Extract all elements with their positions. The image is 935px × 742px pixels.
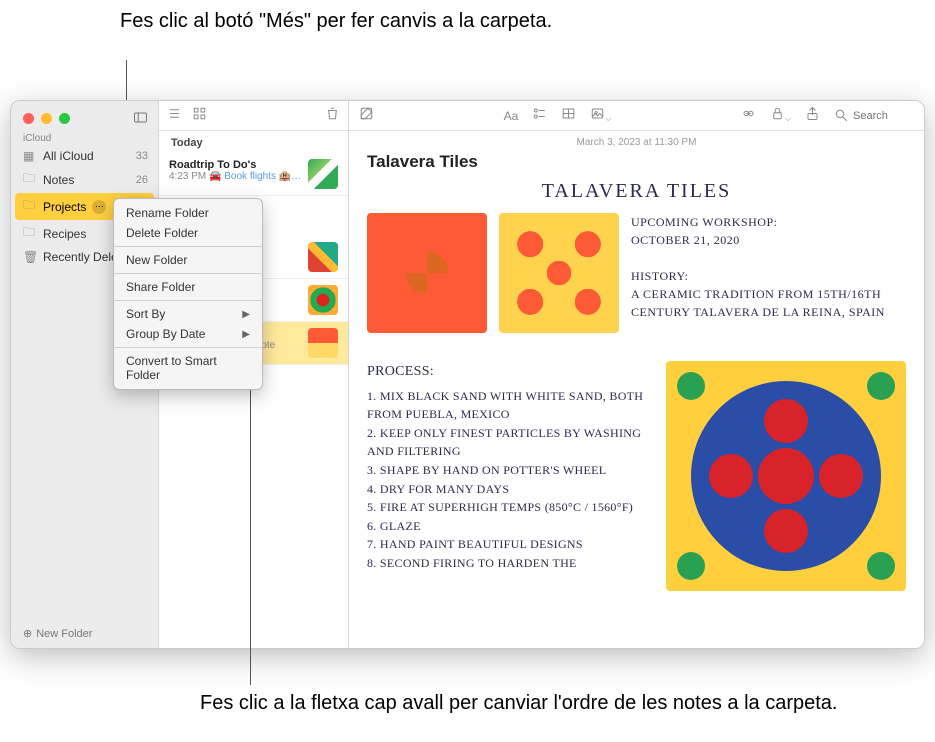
lock-icon[interactable]: ⌵ bbox=[770, 106, 791, 126]
callout-bottom: Fes clic a la fletxa cap avall per canvi… bbox=[200, 690, 837, 716]
minimize-window-button[interactable] bbox=[41, 113, 52, 124]
close-window-button[interactable] bbox=[23, 113, 34, 124]
folder-icon: 🗀 bbox=[23, 223, 37, 244]
folder-context-menu: Rename Folder Delete Folder New Folder S… bbox=[113, 198, 263, 390]
more-button[interactable]: ⋯ bbox=[92, 200, 106, 214]
note-body[interactable]: TALAVERA TILES Upcoming Workshop: Octobe… bbox=[349, 180, 924, 648]
sidebar-item-label: Notes bbox=[43, 173, 74, 187]
plus-icon: ⊕ bbox=[23, 627, 32, 640]
note-subtitle: 4:23 PM 🚘 Book flights 🏨… bbox=[169, 171, 302, 182]
folder-icon: 🗀 bbox=[23, 196, 37, 217]
callout-top: Fes clic al botó "Més" per fer canvis a … bbox=[120, 8, 552, 34]
editor-pane: Aa ⌵ ⌵ March 3, 2023 at 11:30 PM Talaver… bbox=[349, 101, 924, 648]
menu-separator bbox=[114, 347, 262, 348]
sidebar-toggle-icon[interactable] bbox=[133, 110, 148, 128]
menu-sort-by[interactable]: Sort By▶ bbox=[114, 304, 262, 324]
grid-view-icon[interactable] bbox=[192, 106, 207, 126]
menu-share-folder[interactable]: Share Folder bbox=[114, 277, 262, 297]
format-icon[interactable]: Aa bbox=[504, 109, 519, 123]
tile-image-yellow bbox=[499, 213, 619, 333]
table-icon[interactable] bbox=[561, 106, 576, 126]
sidebar-item-all-icloud[interactable]: ▦ All iCloud 33 bbox=[11, 146, 158, 166]
notes-list-header: Today bbox=[159, 131, 348, 153]
sidebar-item-label: Projects bbox=[43, 200, 86, 214]
note-title: Roadtrip To Do's bbox=[169, 159, 302, 171]
search-field[interactable] bbox=[834, 108, 914, 123]
process-text: Process: 1. Mix black sand with white sa… bbox=[367, 361, 652, 573]
notes-list-toolbar bbox=[159, 101, 348, 131]
search-input[interactable] bbox=[853, 110, 913, 122]
menu-group-by-date[interactable]: Group By Date▶ bbox=[114, 324, 262, 344]
media-icon[interactable]: ⌵ bbox=[590, 106, 611, 126]
list-view-icon[interactable] bbox=[167, 106, 182, 126]
sidebar-item-notes[interactable]: 🗀 Notes 26 bbox=[11, 166, 158, 193]
share-icon[interactable] bbox=[805, 106, 820, 126]
sidebar-item-count: 26 bbox=[136, 174, 148, 186]
tile-image-orange bbox=[367, 213, 487, 333]
sidebar-item-count: 33 bbox=[136, 150, 148, 162]
sidebar-item-label: Recipes bbox=[43, 227, 86, 241]
link-icon[interactable] bbox=[741, 106, 756, 126]
menu-separator bbox=[114, 300, 262, 301]
note-thumbnail bbox=[308, 285, 338, 315]
menu-delete-folder[interactable]: Delete Folder bbox=[114, 223, 262, 243]
menu-separator bbox=[114, 246, 262, 247]
menu-separator bbox=[114, 273, 262, 274]
note-timestamp: March 3, 2023 at 11:30 PM bbox=[349, 131, 924, 150]
chevron-right-icon: ▶ bbox=[242, 329, 250, 340]
window-controls bbox=[11, 101, 158, 131]
note-thumbnail bbox=[308, 159, 338, 189]
folder-icon: ▦ bbox=[23, 149, 37, 163]
checklist-icon[interactable] bbox=[532, 106, 547, 126]
note-thumbnail bbox=[308, 328, 338, 358]
sidebar-item-label: All iCloud bbox=[43, 149, 94, 163]
menu-convert-smart-folder[interactable]: Convert to Smart Folder bbox=[114, 351, 262, 385]
menu-new-folder[interactable]: New Folder bbox=[114, 250, 262, 270]
compose-icon[interactable] bbox=[359, 106, 374, 126]
note-item-roadtrip[interactable]: Roadtrip To Do's 4:23 PM 🚘 Book flights … bbox=[159, 153, 348, 196]
search-icon bbox=[834, 108, 849, 123]
new-folder-label: New Folder bbox=[36, 628, 92, 640]
editor-toolbar: Aa ⌵ ⌵ bbox=[349, 101, 924, 131]
zoom-window-button[interactable] bbox=[59, 113, 70, 124]
workshop-text: Upcoming Workshop: October 21, 2020 Hist… bbox=[631, 213, 906, 321]
chevron-right-icon: ▶ bbox=[242, 309, 250, 320]
delete-note-icon[interactable] bbox=[325, 106, 340, 126]
note-title-heading: Talavera Tiles bbox=[349, 150, 924, 180]
sidebar-section-label: iCloud bbox=[11, 131, 158, 146]
trash-icon: 🗑 bbox=[23, 250, 37, 264]
new-folder-button[interactable]: ⊕ New Folder bbox=[11, 619, 158, 648]
tile-image-flower bbox=[666, 361, 906, 591]
note-thumbnail bbox=[308, 242, 338, 272]
menu-rename-folder[interactable]: Rename Folder bbox=[114, 203, 262, 223]
handwritten-title: TALAVERA TILES bbox=[367, 180, 906, 203]
folder-icon: 🗀 bbox=[23, 169, 37, 190]
